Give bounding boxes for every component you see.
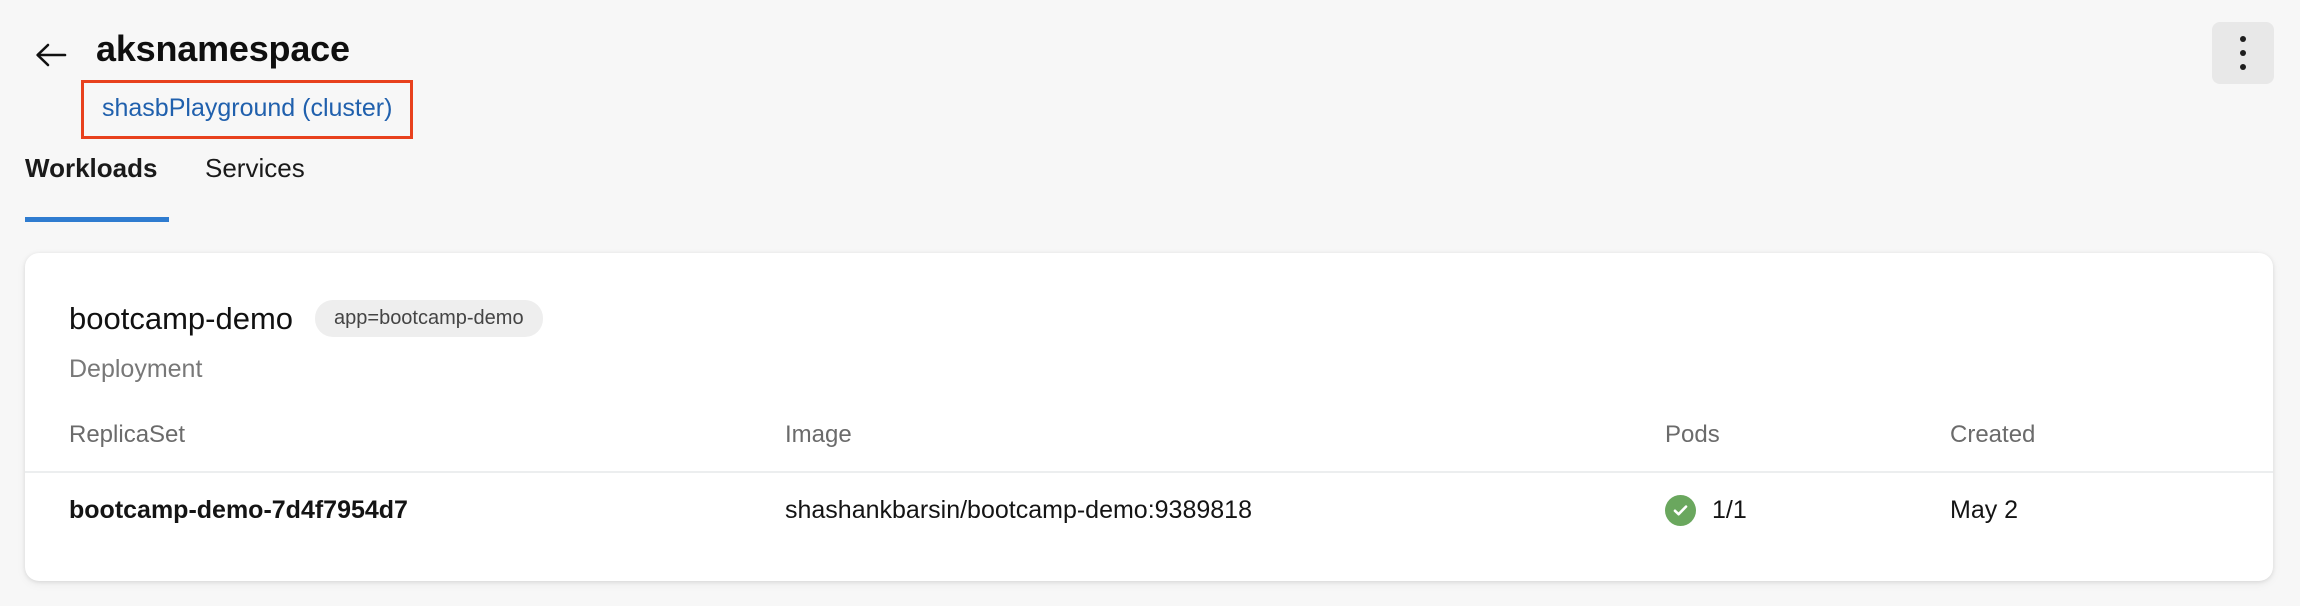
tab-bar: Workloads Services xyxy=(0,155,2300,341)
active-tab-indicator xyxy=(25,217,169,222)
kebab-dot xyxy=(2240,36,2246,42)
kebab-dot xyxy=(2240,64,2246,70)
workload-label-badge: app=bootcamp-demo xyxy=(315,300,543,337)
column-header-replicaset: ReplicaSet xyxy=(69,421,186,448)
column-header-image: Image xyxy=(785,421,852,448)
cluster-link-annotation: shasbPlayground (cluster) xyxy=(81,80,414,139)
workload-card: bootcamp-demo app=bootcamp-demo Deployme… xyxy=(25,253,2273,581)
pods-count: 1/1 xyxy=(1712,496,1747,524)
table-header-row: ReplicaSet Image Pods Created xyxy=(25,399,2273,471)
back-arrow-icon[interactable] xyxy=(28,32,74,78)
workload-kind: Deployment xyxy=(69,355,203,383)
workload-title-row: bootcamp-demo app=bootcamp-demo xyxy=(69,300,543,337)
page-title: aksnamespace xyxy=(96,28,350,69)
table-row[interactable]: bootcamp-demo-7d4f7954d7 shashankbarsin/… xyxy=(25,471,2273,548)
cell-pods: 1/1 xyxy=(1665,473,1747,548)
column-header-pods: Pods xyxy=(1665,421,1720,448)
check-circle-icon xyxy=(1665,495,1696,526)
kebab-dot xyxy=(2240,50,2246,56)
cluster-link[interactable]: shasbPlayground (cluster) xyxy=(102,96,392,121)
column-header-created: Created xyxy=(1950,421,2036,448)
tab-workloads[interactable]: Workloads xyxy=(25,155,157,181)
cell-replicaset-name[interactable]: bootcamp-demo-7d4f7954d7 xyxy=(69,473,408,548)
workload-card-header: bootcamp-demo app=bootcamp-demo Deployme… xyxy=(25,253,2273,399)
tab-services[interactable]: Services xyxy=(205,155,305,181)
more-options-button[interactable] xyxy=(2212,22,2274,84)
replicaset-table: ReplicaSet Image Pods Created bootcamp-d… xyxy=(25,399,2273,548)
workload-name[interactable]: bootcamp-demo xyxy=(69,303,293,334)
cell-image: shashankbarsin/bootcamp-demo:9389818 xyxy=(785,496,1252,524)
namespace-detail-page: aksnamespace shasbPlayground (cluster) W… xyxy=(0,0,2300,606)
cell-created: May 2 xyxy=(1950,496,2019,524)
